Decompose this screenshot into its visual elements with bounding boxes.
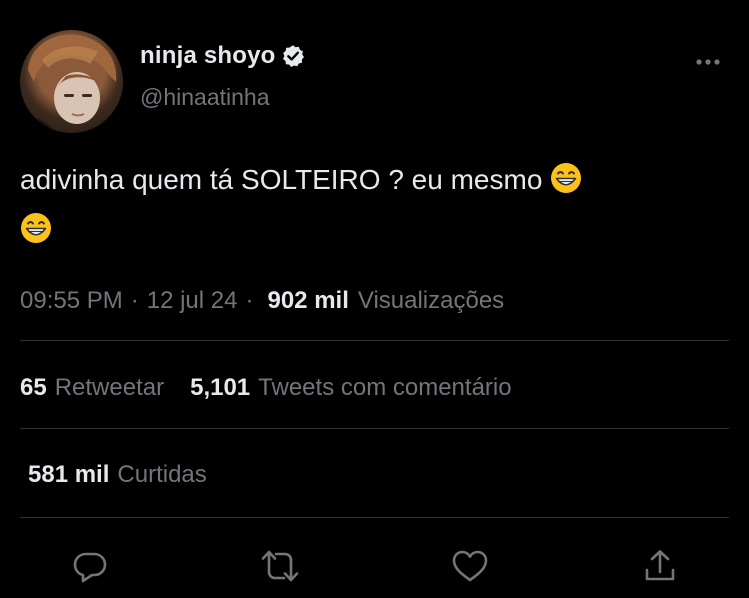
more-options-icon[interactable]: [691, 50, 725, 74]
stats-row: 65 Retweetar 5,101 Tweets com comentário: [20, 371, 512, 405]
divider: [20, 428, 729, 429]
quotes-count: 5,101: [190, 374, 251, 401]
retweet-icon[interactable]: [260, 546, 300, 586]
divider: [20, 340, 729, 341]
meta-separator: ·: [130, 287, 139, 314]
meta-separator: ·: [245, 287, 254, 314]
tweet-card: ninja shoyo @hinaatinha adivinha quem tá…: [0, 0, 749, 598]
tweet-date[interactable]: 12 jul 24: [147, 287, 238, 315]
user-handle[interactable]: @hinaatinha: [140, 84, 270, 111]
retweets-stat[interactable]: 65 Retweetar: [20, 374, 164, 402]
quotes-stat[interactable]: 5,101 Tweets com comentário: [190, 374, 512, 402]
retweets-label: Retweetar: [54, 374, 165, 401]
grinning-face-emoji-icon: [550, 160, 582, 193]
display-name-row[interactable]: ninja shoyo: [140, 40, 305, 72]
like-icon[interactable]: [450, 546, 490, 586]
quotes-label: Tweets com comentário: [258, 374, 512, 401]
likes-label: Curtidas: [117, 461, 207, 488]
likes-count: 581 mil: [28, 461, 110, 488]
tweet-time[interactable]: 09:55 PM: [20, 287, 123, 315]
grinning-face-emoji-icon: [20, 210, 52, 243]
action-bar: [0, 540, 749, 590]
divider: [20, 517, 729, 518]
tweet-text: adivinha quem tá SOLTEIRO ? eu mesmo: [20, 155, 720, 255]
share-icon[interactable]: [640, 546, 680, 586]
reply-icon[interactable]: [70, 546, 110, 586]
avatar[interactable]: [20, 30, 123, 133]
views-label[interactable]: Visualizações: [358, 287, 504, 315]
display-name[interactable]: ninja shoyo: [140, 42, 276, 70]
views-count[interactable]: 902 mil: [267, 287, 348, 315]
verified-badge-icon: [281, 44, 305, 68]
tweet-meta: 09:55 PM · 12 jul 24 · 902 mil Visualiza…: [20, 284, 504, 318]
likes-stat[interactable]: 581 mil Curtidas: [28, 461, 207, 489]
retweets-count: 65: [20, 374, 47, 401]
avatar-image: [20, 34, 117, 133]
tweet-body: adivinha quem tá SOLTEIRO ? eu mesmo: [20, 164, 543, 195]
likes-row: 581 mil Curtidas: [28, 458, 207, 492]
